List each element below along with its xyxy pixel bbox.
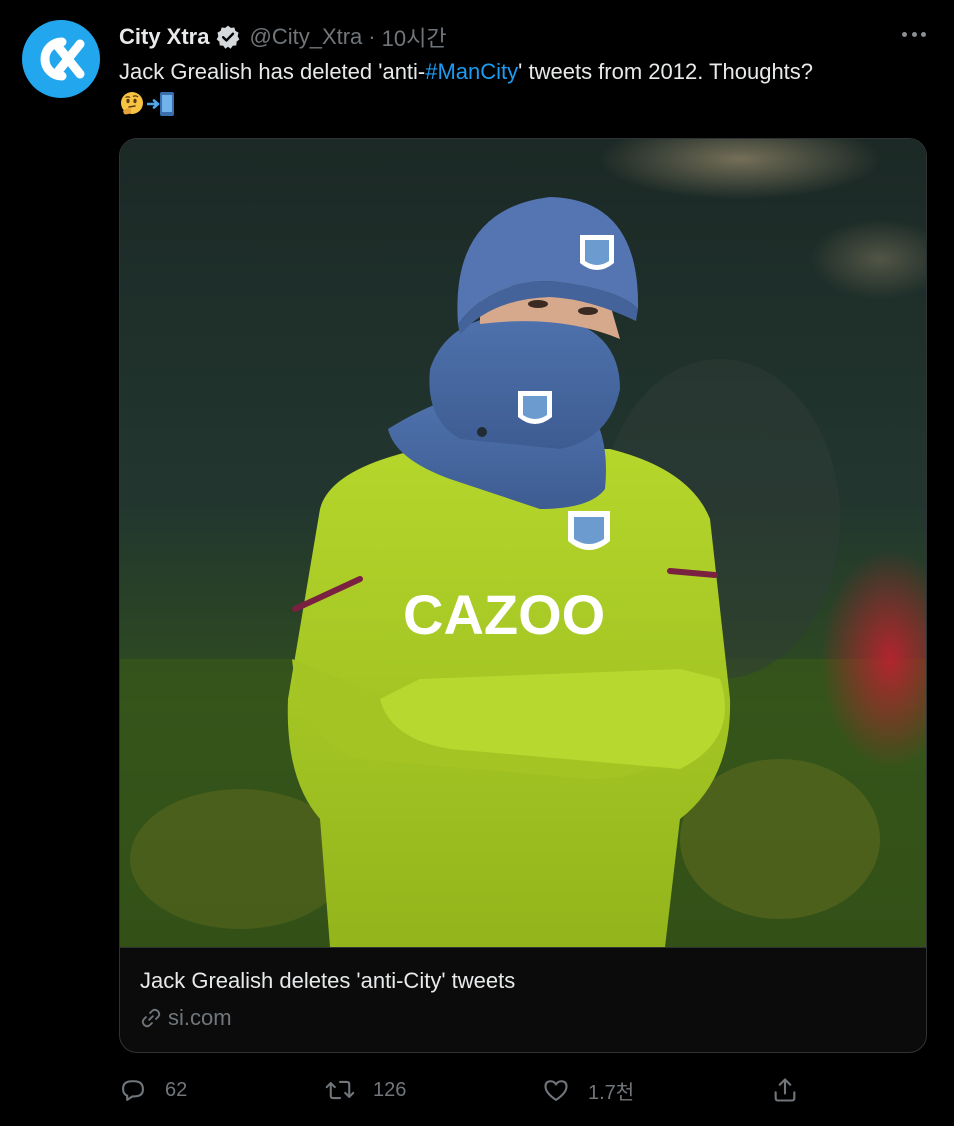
card-domain[interactable]: si.com: [140, 1005, 232, 1031]
card-domain-text: si.com: [168, 1005, 232, 1030]
card-title[interactable]: Jack Grealish deletes 'anti-City' tweets: [140, 968, 515, 994]
svg-text:CAZOO: CAZOO: [403, 583, 605, 646]
reply-count: 62: [165, 1078, 188, 1101]
share-icon: [774, 1078, 796, 1102]
like-icon: [544, 1080, 568, 1101]
card-divider: [120, 947, 926, 948]
author-name[interactable]: City Xtra: [119, 24, 209, 50]
tweet-header: City Xtra @City_Xtra · 10시간: [119, 22, 934, 52]
tweet-actions: 62 126 1.7천: [119, 1072, 809, 1108]
tweet-text-start: Jack Grealish has deleted 'anti-: [119, 59, 426, 84]
verified-icon: [215, 24, 241, 50]
tweet-timestamp[interactable]: 10시간: [382, 21, 447, 53]
like-count: 1.7천: [588, 1081, 635, 1104]
hashtag-link[interactable]: #ManCity: [425, 59, 518, 84]
separator-dot: ·: [368, 24, 376, 49]
thinking-face-icon: [121, 92, 143, 115]
retweet-icon: [325, 1080, 355, 1100]
link-card[interactable]: CAZOO Jack Grealish deletes 'anti-City' …: [119, 138, 927, 1053]
retweet-button[interactable]: 126: [325, 1072, 406, 1108]
retweet-count: 126: [373, 1078, 407, 1101]
reply-button[interactable]: 62: [119, 1072, 187, 1108]
author-handle[interactable]: @City_Xtra: [249, 24, 362, 50]
card-image[interactable]: CAZOO: [120, 139, 926, 947]
player-training-photo: CAZOO: [120, 139, 926, 947]
more-icon[interactable]: [902, 26, 926, 42]
share-button[interactable]: [771, 1072, 799, 1108]
city-xtra-logo: [40, 37, 85, 81]
like-button[interactable]: 1.7천: [542, 1072, 634, 1108]
avatar[interactable]: [22, 20, 100, 98]
mobile-phone-arrow-icon: [147, 92, 174, 116]
reply-icon: [122, 1080, 144, 1101]
link-icon: [141, 1008, 161, 1028]
tweet-text-end: ' tweets from 2012. Thoughts?: [518, 59, 814, 84]
tweet-text: Jack Grealish has deleted 'anti-#ManCity…: [119, 56, 939, 120]
